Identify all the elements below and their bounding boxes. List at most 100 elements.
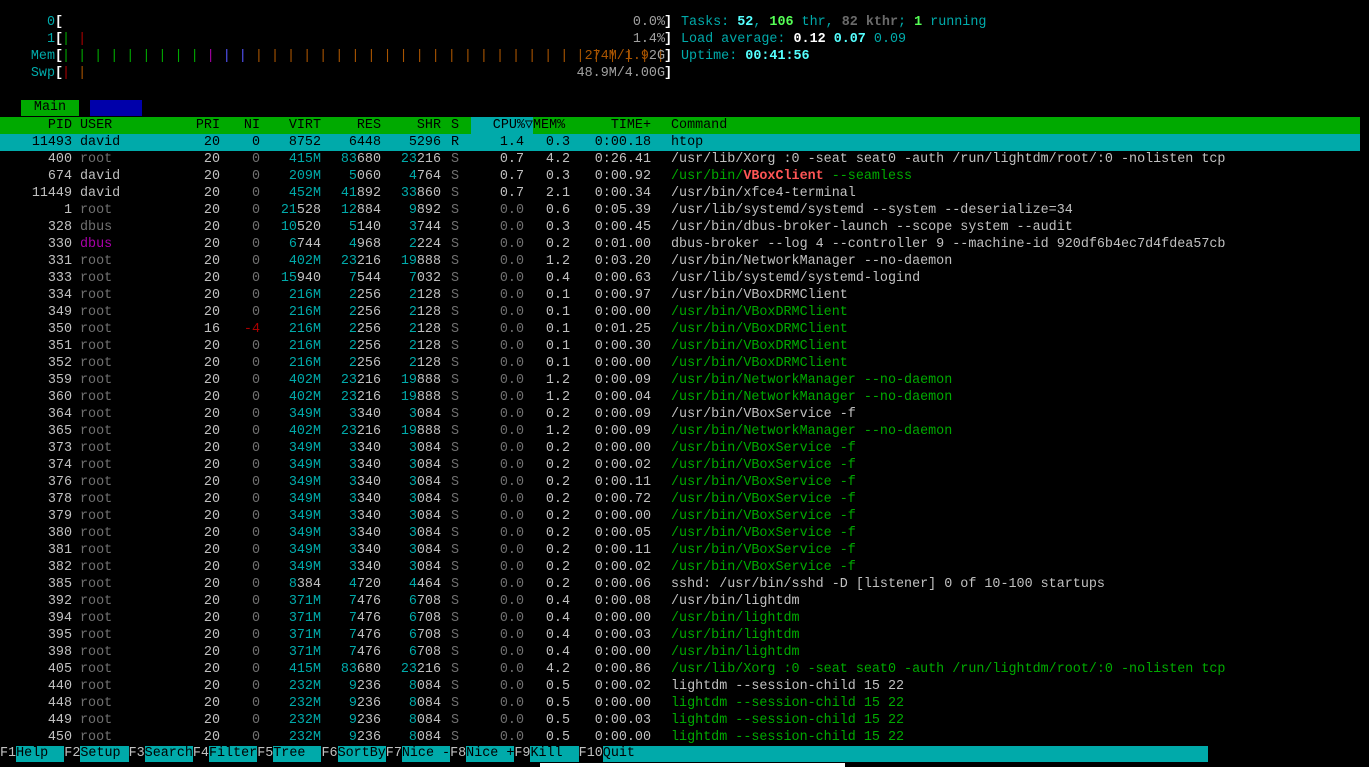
meter-segment: | [62,66,79,81]
fkey-label-kill[interactable]: Kill [530,746,579,762]
cell-mem: 4.2 [545,152,570,167]
process-row[interactable]: 448 root 20 0 232M 9236 8084 S 0.0 0.5 0:00.00 ligh… [0,695,1360,712]
process-row[interactable]: 398 root 20 0 371M 7476 6708 S 0.0 0.4 0:00.00/usr… [0,644,1360,661]
process-row[interactable]: 382 root 20 0 349M 3340 3084 S 0.0 0.2 0:00.02/usr… [0,559,1360,576]
value-low: 256 [356,305,381,320]
process-row[interactable]: 11449 david 20 0 452M 41892 33860 S 0.7 2.1 0:00.3… [0,185,1360,202]
kthreads-label: kthr [857,15,898,30]
process-row[interactable]: 360 root 20 0 402M 23216 19888 S 0.0 1.2 0:00.04/u… [0,389,1360,406]
process-row[interactable]: 379 root 20 0 349M 3340 3084 S 0.0 0.2 0:00.00/usr… [0,508,1360,525]
fkey-f1[interactable]: F1 [0,746,16,762]
fkey-label-niceminusplus[interactable]: Nice + [466,746,515,762]
tab-main[interactable]: Main [21,100,79,116]
process-row[interactable]: 394 root 20 0 371M 7476 6708 S 0.0 0.4 0:00.00/usr… [0,610,1360,627]
fkey-label-help[interactable]: Help [16,746,65,762]
cell-cpu: 0.7 [499,186,524,201]
process-row[interactable]: 450 root 20 0 232M 9236 8084 S 0.0 0.5 0:00.00 ligh… [0,729,1360,746]
process-row[interactable]: 333 root 20 0 15940 7544 7032 S 0.0 0.4 0:00.63/us… [0,270,1360,287]
cell-pri: 20 [203,458,220,473]
fkey-f9[interactable]: F9 [514,746,530,762]
cell-pri: 20 [203,407,220,422]
col-state[interactable]: S [451,117,459,134]
process-row[interactable]: 11493 david 20 0 8752 6448 5296 R 1.4 0.3 0:00.18 h… [0,134,1360,151]
process-row[interactable]: 330 dbus 20 0 6744 4968 2224 S 0.0 0.2 0:01.00 dbus… [0,236,1360,253]
cell-res: 3340 [323,457,381,474]
process-row[interactable]: 328 dbus 20 0 10520 5140 3744 S 0.0 0.3 0:00.45/us… [0,219,1360,236]
fkey-label-search[interactable]: Search [144,746,193,762]
cell-command: /usr/bin/VBoxService -f [671,526,856,541]
process-row[interactable]: 365 root 20 0 402M 23216 19888 S 0.0 1.2 0:00.09/u… [0,423,1360,440]
process-row[interactable]: 352 root 20 0 216M 2256 2128 S 0.0 0.1 0:00.00/usr… [0,355,1360,372]
col-pri[interactable]: PRI [180,117,220,134]
fkey-label-filter[interactable]: Filter [208,746,258,762]
cell-command: /usr/bin/VBoxDRMClient [671,322,848,337]
value-low: 236 [356,696,381,711]
process-row[interactable]: 334 root 20 0 216M 2256 2128 S 0.0 0.1 0:00.97/usr… [0,287,1360,304]
cell-virt: 349M [262,542,321,559]
col-shr[interactable]: SHR [384,117,441,134]
col-res[interactable]: RES [323,117,381,134]
value-high: 8 [408,696,417,711]
fkey-f5[interactable]: F5 [257,746,273,762]
fkey-label-setup[interactable]: Setup [80,746,129,762]
process-row[interactable]: 1 root 20 0 21528 12884 9892 S 0.0 0.6 0:05.39/usr… [0,202,1360,219]
value-high: 3 [408,560,417,575]
cell-time: 0:00.11 [594,475,651,490]
fkey-f6[interactable]: F6 [321,746,337,762]
value-low: 476 [356,645,381,660]
process-row[interactable]: 380 root 20 0 349M 3340 3084 S 0.0 0.2 0:00.05/usr… [0,525,1360,542]
value-high: 2 [348,305,357,320]
fkey-label-tree[interactable]: Tree [273,746,322,762]
process-row[interactable]: 674 david 20 0 209M 5060 4764 S 0.7 0.3 0:00.92/us… [0,168,1360,185]
fkey-f4[interactable]: F4 [193,746,209,762]
process-row[interactable]: 373 root 20 0 349M 3340 3084 S 0.0 0.2 0:00.00/usr… [0,440,1360,457]
process-row[interactable]: 350 root 16 -4 216M 2256 2128 S 0.0 0.1 0:01.25/us… [0,321,1360,338]
process-row[interactable]: 440 root 20 0 232M 9236 8084 S 0.0 0.5 0:00.02 ligh… [0,678,1360,695]
fkey-f2[interactable]: F2 [64,746,80,762]
fkey-f3[interactable]: F3 [129,746,145,762]
process-row[interactable]: 400 root 20 0 415M 83680 23216 S 0.7 4.2 0:26.41/u… [0,151,1360,168]
process-row[interactable]: 331 root 20 0 402M 23216 19888 S 0.0 1.2 0:03.20/u… [0,253,1360,270]
fkey-label-niceminus-[interactable]: Nice - [401,746,451,762]
process-row[interactable]: 449 root 20 0 232M 9236 8084 S 0.0 0.5 0:00.03 ligh… [0,712,1360,729]
col-ni[interactable]: NI [230,117,260,134]
process-row[interactable]: 359 root 20 0 402M 23216 19888 S 0.0 1.2 0:00.09/u… [0,372,1360,389]
process-row[interactable]: 378 root 20 0 349M 3340 3084 S 0.0 0.2 0:00.72/usr… [0,491,1360,508]
process-row[interactable]: 374 root 20 0 349M 3340 3084 S 0.0 0.2 0:00.02/usr… [0,457,1360,474]
col-mem[interactable]: MEM% [533,117,565,134]
value-low: 744 [416,220,441,235]
cell-mem: 0.6 [545,203,570,218]
process-row[interactable]: 405 root 20 0 415M 83680 23216 S 0.0 4.2 0:00.86/u… [0,661,1360,678]
cell-virt: 216M [262,321,321,338]
fkey-f8[interactable]: F8 [450,746,466,762]
process-row[interactable]: 381 root 20 0 349M 3340 3084 S 0.0 0.2 0:00.11/usr… [0,542,1360,559]
col-time[interactable]: TIME+ [580,117,651,134]
process-row[interactable]: 351 root 20 0 216M 2256 2128 S 0.0 0.1 0:00.30/usr… [0,338,1360,355]
col-command[interactable]: Command [671,117,727,134]
fkey-f10[interactable]: F10 [579,746,603,762]
col-virt[interactable]: VIRT [262,117,321,134]
value-high: 23 [340,254,357,269]
cell-shr: 19888 [384,423,441,440]
process-row[interactable]: 392 root 20 0 371M 7476 6708 S 0.0 0.4 0:00.08/usr… [0,593,1360,610]
fkey-label-quit[interactable]: Quit [602,746,1208,762]
cell-pid: 364 [47,407,72,422]
fkey-f7[interactable]: F7 [386,746,402,762]
col-pid[interactable]: PID [0,117,72,134]
col-user[interactable]: USER [80,117,112,134]
cell-s: S [451,611,460,626]
fkey-label-sortby[interactable]: SortBy [337,746,386,762]
col-cpu[interactable]: CPU%▽ [471,117,533,134]
process-row[interactable]: 385 root 20 0 8384 4720 4464 S 0.0 0.2 0:00.06 sshd… [0,576,1360,593]
process-row[interactable]: 364 root 20 0 349M 3340 3084 S 0.0 0.2 0:00.09/usr… [0,406,1360,423]
tab-io[interactable]: I/O [90,100,142,116]
process-row[interactable]: 349 root 20 0 216M 2256 2128 S 0.0 0.1 0:00.00/usr… [0,304,1360,321]
process-row[interactable]: 376 root 20 0 349M 3340 3084 S 0.0 0.2 0:00.11/usr… [0,474,1360,491]
process-row[interactable]: 395 root 20 0 371M 7476 6708 S 0.0 0.4 0:00.03/usr… [0,627,1360,644]
cell-s: S [451,526,460,541]
cell-s: S [451,203,460,218]
cell-mem: 0.5 [545,730,570,745]
cell-time: 0:00.00 [594,305,651,320]
value-high: 8 [408,730,417,745]
cell-s: S [451,645,460,660]
